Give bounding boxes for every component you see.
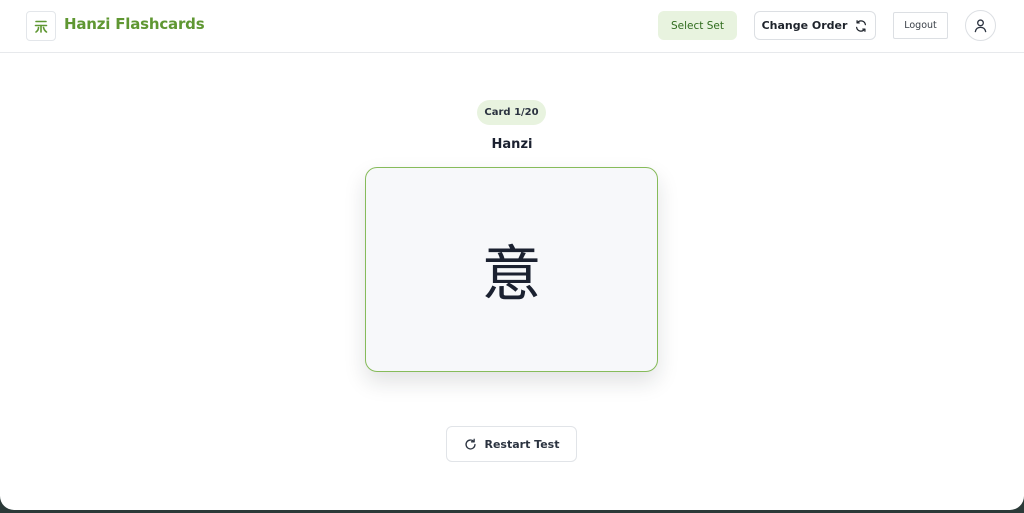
app-window: Hanzi Flashcards Select Set Change Order… [0,0,1024,510]
card-counter-text: Card 1/20 [484,107,539,118]
card-side-label: Hanzi [491,137,533,152]
brand-name[interactable]: Hanzi Flashcards [64,15,205,33]
restart-icon [464,438,476,450]
restart-test-button[interactable]: Restart Test [446,426,577,462]
logout-label: Logout [904,20,937,31]
shuffle-refresh-icon [856,19,867,32]
select-set-label: Select Set [671,19,724,32]
card-counter-badge: Card 1/20 [477,100,546,125]
flashcard-character: 意 [481,240,542,310]
flashcard[interactable]: 意 [365,167,658,372]
user-avatar-button[interactable] [965,10,996,41]
user-icon [974,19,987,33]
hanzi-logo-icon[interactable] [26,11,56,41]
top-header: Hanzi Flashcards Select Set Change Order… [0,0,1024,53]
change-order-label: Change Order [761,19,848,32]
logout-button[interactable]: Logout [893,12,948,39]
select-set-button[interactable]: Select Set [658,11,737,40]
restart-test-label: Restart Test [484,437,560,451]
change-order-button[interactable]: Change Order [754,11,876,40]
